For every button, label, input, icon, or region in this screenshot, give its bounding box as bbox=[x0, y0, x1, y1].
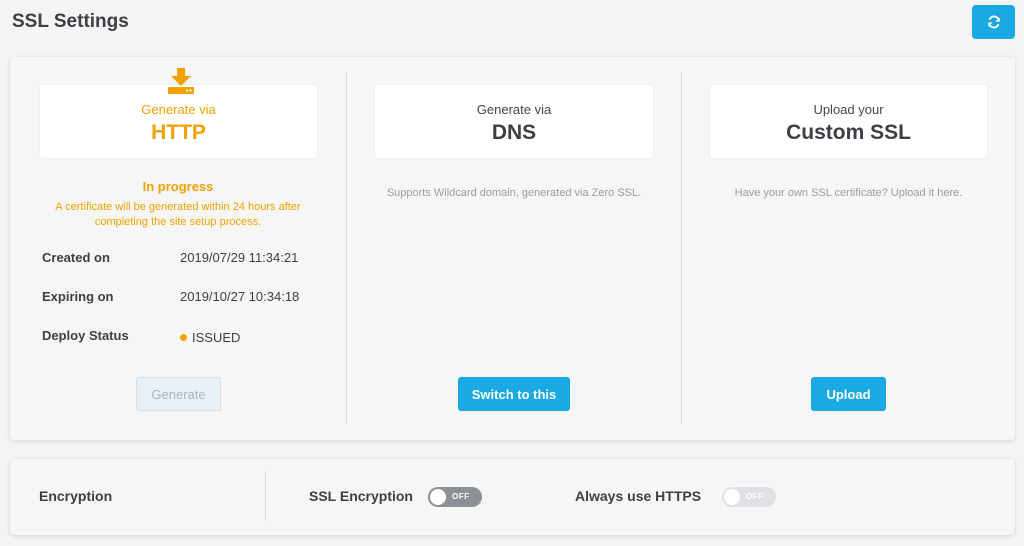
always-https-label: Always use HTTPS bbox=[575, 488, 702, 504]
expiring-label: Expiring on bbox=[42, 289, 114, 304]
created-label: Created on bbox=[42, 250, 110, 265]
switch-to-this-button[interactable]: Switch to this bbox=[458, 377, 570, 411]
dns-option-title: DNS bbox=[491, 121, 537, 144]
encryption-divider bbox=[265, 471, 266, 521]
deploy-status: ISSUED bbox=[180, 330, 240, 345]
custom-ssl-option-sub: Upload your bbox=[813, 102, 884, 117]
deploy-status-value: ISSUED bbox=[192, 330, 241, 345]
dns-option-sub: Generate via bbox=[476, 102, 552, 117]
http-option-title: HTTP bbox=[151, 121, 206, 144]
dns-description: Supports Wildcard domain, generated via … bbox=[386, 187, 642, 199]
toggle-knob bbox=[430, 489, 446, 505]
progress-text-line1: A certificate will be generated within 2… bbox=[55, 201, 301, 213]
ssl-encryption-toggle[interactable]: OFF bbox=[428, 487, 482, 507]
page-title: SSL Settings bbox=[12, 11, 129, 32]
refresh-icon bbox=[987, 15, 1000, 29]
expiring-value: 2019/10/27 10:34:18 bbox=[180, 289, 300, 304]
custom-ssl-description: Have your own SSL certificate? Upload it… bbox=[734, 187, 963, 199]
generate-button[interactable]: Generate bbox=[136, 377, 221, 411]
always-https-state: OFF bbox=[746, 492, 764, 501]
ssl-options-card: Generate via HTTP In progress A certific… bbox=[10, 57, 1015, 440]
custom-ssl-option-box[interactable]: Upload your Custom SSL bbox=[710, 85, 987, 158]
ssl-encryption-label: SSL Encryption bbox=[309, 488, 413, 504]
dns-option-box[interactable]: Generate via DNS bbox=[375, 85, 653, 158]
custom-ssl-option-column: Upload your Custom SSL Have your own SSL… bbox=[682, 57, 1015, 440]
http-option-column: Generate via HTTP In progress A certific… bbox=[10, 57, 346, 440]
deploy-status-label: Deploy Status bbox=[42, 328, 129, 343]
ssl-encryption-state: OFF bbox=[452, 492, 470, 501]
status-dot-icon bbox=[180, 334, 187, 341]
encryption-card: Encryption SSL Encryption OFF Always use… bbox=[10, 459, 1015, 535]
http-option-sub: Generate via bbox=[141, 102, 216, 117]
upload-button[interactable]: Upload bbox=[811, 377, 886, 411]
encryption-section-label: Encryption bbox=[39, 488, 113, 504]
progress-text: A certificate will be generated within 2… bbox=[10, 200, 346, 230]
dns-option-column: Generate via DNS Supports Wildcard domai… bbox=[347, 57, 681, 440]
http-option-box[interactable]: Generate via HTTP bbox=[40, 68, 317, 158]
progress-text-line2: completing the site setup process. bbox=[94, 216, 262, 228]
custom-ssl-option-title: Custom SSL bbox=[786, 121, 911, 144]
toggle-knob bbox=[724, 489, 740, 505]
created-value: 2019/07/29 11:34:21 bbox=[180, 250, 299, 265]
always-https-toggle[interactable]: OFF bbox=[722, 487, 776, 507]
refresh-button[interactable] bbox=[972, 5, 1015, 39]
progress-title: In progress bbox=[142, 179, 214, 194]
download-icon bbox=[168, 68, 194, 94]
